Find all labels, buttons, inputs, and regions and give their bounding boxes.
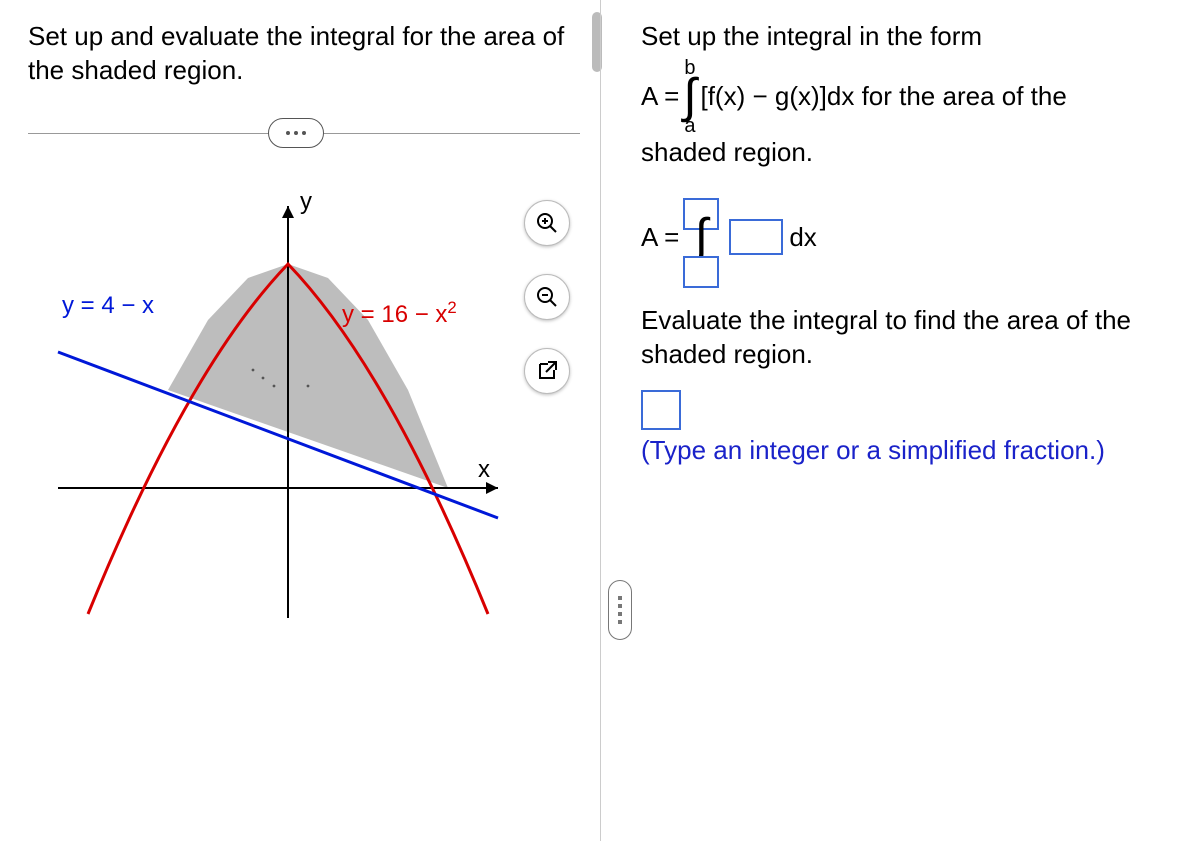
graph-tools <box>524 200 570 394</box>
evaluate-text: Evaluate the integral to find the area o… <box>641 304 1172 372</box>
integral-sign-icon: ∫ <box>695 218 708 256</box>
answer-pane: Set up the integral in the form A = b ∫ … <box>600 0 1200 841</box>
formula-tail: shaded region. <box>641 136 1172 170</box>
zoom-in-button[interactable] <box>524 200 570 246</box>
integrand-input[interactable] <box>729 219 783 255</box>
open-external-button[interactable] <box>524 348 570 394</box>
question-text: Set up and evaluate the integral for the… <box>28 20 580 88</box>
divider <box>28 118 580 148</box>
zoom-in-icon <box>535 211 559 235</box>
question-pane: Set up and evaluate the integral for the… <box>0 0 600 841</box>
lower-limit-input[interactable] <box>683 256 719 288</box>
parabola-equation-label: y = 16 − x2 <box>342 298 457 329</box>
zoom-out-icon <box>535 285 559 309</box>
intro-text: Set up the integral in the form <box>641 20 1172 54</box>
answer-hint: (Type an integer or a simplified fractio… <box>641 434 1172 468</box>
area-answer-input[interactable] <box>641 390 681 430</box>
line-equation-label: y = 4 − x <box>62 292 154 320</box>
answer-integral-row: A = ∫ dx <box>641 198 1172 276</box>
integral-sign-icon: ∫ <box>683 78 696 116</box>
graph: y x y = 4 − x y = 16 − x2 <box>28 188 508 628</box>
more-button[interactable] <box>268 118 324 148</box>
open-external-icon <box>535 359 559 383</box>
formula-display: A = b ∫ a [f(x) − g(x)]dx for the area o… <box>641 58 1172 136</box>
x-axis-label: x <box>478 456 490 484</box>
y-axis-label: y <box>300 188 312 216</box>
zoom-out-button[interactable] <box>524 274 570 320</box>
